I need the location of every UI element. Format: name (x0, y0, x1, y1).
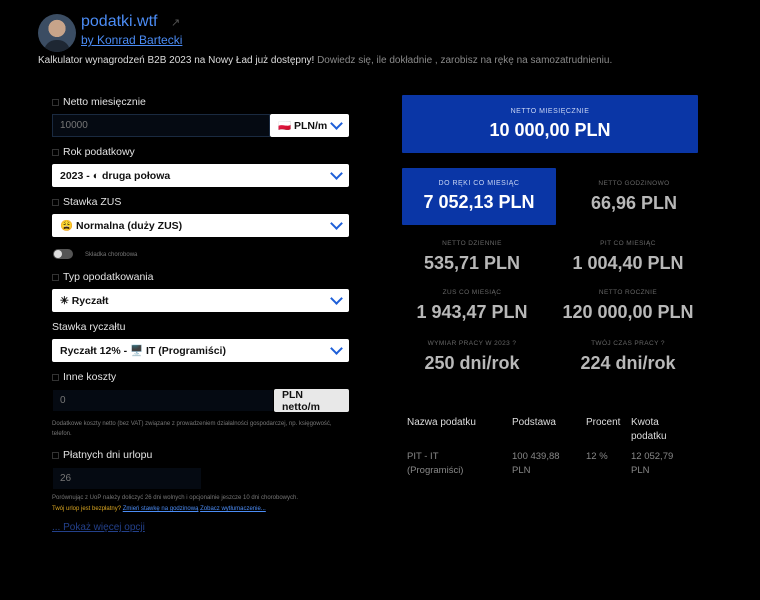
netto-hourly: NETTO GODZINOWO 66,96 PLN (559, 180, 709, 214)
netto-label: Netto miesięcznie (52, 96, 146, 108)
netto-daily: NETTO DZIENNIE 535,71 PLN (397, 240, 547, 274)
netto-unit-value: 🇵🇱 PLN/m (278, 120, 328, 132)
netto-daily-value: 535,71 PLN (423, 253, 521, 273)
netto-monthly-value: 10 000,00 PLN (489, 120, 611, 140)
tax-type-label: Typ opodatkowania (52, 271, 153, 283)
work-dimension-value: 250 dni/rok (424, 353, 520, 373)
rate-label: Stawka ryczałtu (52, 321, 126, 333)
work-time-label[interactable]: TWÓJ CZAS PRACY ? (553, 340, 703, 347)
zus-select[interactable]: 😩 Normalna (duży ZUS) (52, 214, 349, 237)
netto-daily-label: NETTO DZIENNIE (442, 240, 502, 247)
take-home-value: 7 052,13 PLN (423, 192, 535, 212)
vacation-label-text: Płatnych dni urlopu (63, 449, 153, 461)
year-label-icon (52, 148, 59, 156)
netto-yearly-value: 120 000,00 PLN (562, 302, 694, 322)
netto-unit-select[interactable]: 🇵🇱 PLN/m (270, 114, 349, 137)
zus-label-text: Stawka ZUS (63, 196, 122, 208)
pit-monthly-label: PIT CO MIESIĄC (600, 240, 656, 247)
sickness-toggle[interactable] (53, 249, 73, 259)
avatar (38, 14, 76, 52)
vacation-label: Płatnych dni urlopu (52, 449, 152, 461)
netto-yearly-label: NETTO ROCZNIE (598, 289, 658, 296)
zus-value: 😩 Normalna (duży ZUS) (60, 220, 183, 232)
netto-yearly: NETTO ROCZNIE 120 000,00 PLN (553, 289, 703, 323)
chevron-down-icon (330, 217, 343, 230)
netto-hourly-label: NETTO GODZINOWO (598, 180, 670, 187)
costs-label-icon (52, 373, 59, 381)
site-title[interactable]: podatki.wtf (81, 13, 157, 31)
explanation-link[interactable]: Zobacz wytłumaczenie... (200, 506, 266, 512)
netto-monthly-label: NETTO MIESIĘCZNIE (510, 108, 590, 115)
tax-table-header-percent: Procent (586, 417, 621, 428)
netto-label-text: Netto miesięcznie (63, 96, 146, 108)
take-home-card: DO RĘKI CO MIESIĄC 7 052,13 PLN (402, 168, 556, 225)
netto-monthly-card: NETTO MIESIĘCZNIE 10 000,00 PLN (402, 95, 698, 153)
announcement-link[interactable]: Dowiedz się, ile dokładnie , zarobisz na… (314, 55, 612, 66)
tax-row-amount: 12 052,79 PLN (631, 451, 674, 476)
vacation-free-question: Twój urlop jest bezpłatny? (52, 506, 122, 512)
zus-monthly: ZUS CO MIESIĄC 1 943,47 PLN (397, 289, 547, 323)
vacation-links: Twój urlop jest bezpłatny? Zmień stawkę … (52, 504, 266, 514)
year-value: 2023 - ◐ druga połowa (60, 169, 171, 182)
pit-monthly-value: 1 004,40 PLN (572, 253, 684, 273)
year-select[interactable]: 2023 - ◐ druga połowa (52, 164, 349, 187)
netto-hourly-value: 66,96 PLN (590, 193, 678, 213)
tax-type-label-text: Typ opodatkowania (63, 271, 154, 283)
tax-row-percent: 12 % (586, 451, 608, 462)
vacation-label-icon (52, 451, 59, 459)
announcement-text: Kalkulator wynagrodzeń B2B 2023 na Nowy … (38, 55, 315, 66)
chevron-down-icon (330, 167, 343, 180)
work-time-value: 224 dni/rok (580, 353, 676, 373)
zus-label-icon (52, 198, 59, 206)
vacation-input[interactable]: 26 (52, 467, 202, 490)
costs-label-text: Inne koszty (63, 371, 117, 383)
rate-select[interactable]: Ryczałt 12% - 🖥️ IT (Programiści) (52, 339, 349, 362)
more-options-link[interactable]: ... Pokaż więcej opcji (52, 522, 145, 533)
take-home-label: DO RĘKI CO MIESIĄC (438, 180, 520, 187)
costs-input[interactable]: 0 (52, 389, 274, 412)
hourly-rate-link[interactable]: Zmień stawkę na godzinową (123, 506, 199, 512)
year-label: Rok podatkowy (52, 146, 135, 158)
tax-table-header-name: Nazwa podatku (407, 417, 476, 428)
work-dimension: WYMIAR PRACY W 2023 ? 250 dni/rok (397, 340, 547, 374)
netto-input[interactable]: 10000 (52, 114, 270, 137)
announcement: Kalkulator wynagrodzeń B2B 2023 na Nowy … (38, 55, 612, 66)
zus-monthly-value: 1 943,47 PLN (416, 302, 528, 322)
zus-monthly-label: ZUS CO MIESIĄC (442, 289, 502, 296)
tax-row-name: PIT - IT (Programiści) (407, 451, 464, 476)
tax-type-label-icon (52, 273, 59, 281)
sickness-label: Składka chorobowa (85, 252, 138, 258)
costs-label: Inne koszty (52, 371, 116, 383)
external-link-icon[interactable]: ↗ (171, 16, 180, 29)
year-label-text: Rok podatkowy (63, 146, 135, 158)
zus-label: Stawka ZUS (52, 196, 121, 208)
author-link[interactable]: by Konrad Bartecki (81, 33, 182, 47)
tax-row-base: 100 439,88 PLN (512, 451, 560, 476)
chevron-down-icon (330, 117, 343, 130)
tax-table-header-base: Podstawa (512, 417, 556, 428)
vacation-note: Porównując z UoP należy doliczyć 26 dni … (52, 495, 299, 501)
tax-type-value: ✳ Ryczałt (60, 294, 109, 307)
tax-type-select[interactable]: ✳ Ryczałt (52, 289, 349, 312)
chevron-down-icon (330, 292, 343, 305)
pit-monthly: PIT CO MIESIĄC 1 004,40 PLN (553, 240, 703, 274)
netto-label-icon (52, 98, 59, 106)
chevron-down-icon (330, 342, 343, 355)
tax-table-header-amount: Kwota podatku (631, 417, 667, 442)
work-time: TWÓJ CZAS PRACY ? 224 dni/rok (553, 340, 703, 374)
costs-unit-button[interactable]: PLN netto/m (274, 389, 349, 413)
rate-value: Ryczałt 12% - 🖥️ IT (Programiści) (60, 345, 226, 357)
costs-note: Dodatkowe koszty netto (bez VAT) związan… (52, 421, 332, 437)
rate-label-text: Stawka ryczałtu (52, 321, 126, 333)
work-dimension-label[interactable]: WYMIAR PRACY W 2023 ? (397, 340, 547, 347)
